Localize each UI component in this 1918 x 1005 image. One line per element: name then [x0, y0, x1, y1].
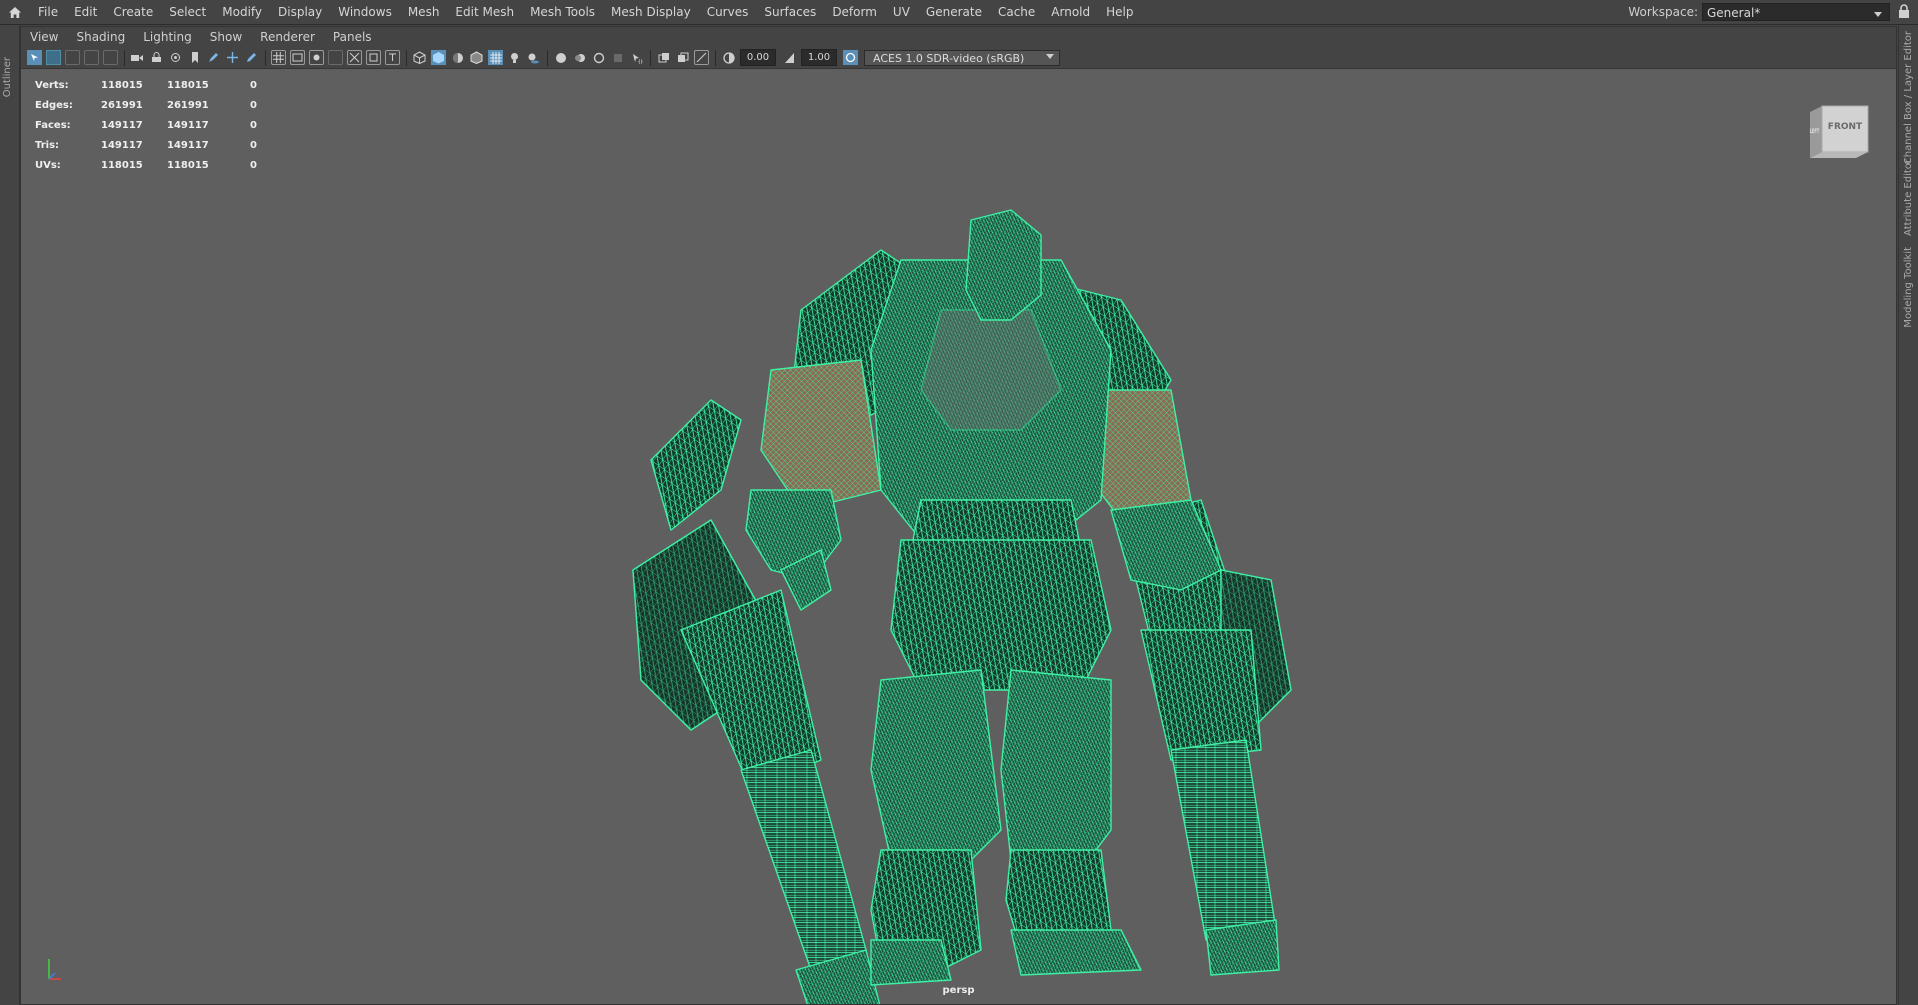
- panel-menu-lighting[interactable]: Lighting: [134, 27, 201, 47]
- default-material-icon[interactable]: [450, 50, 465, 65]
- depth-of-field-icon[interactable]: [610, 50, 625, 65]
- menu-surfaces[interactable]: Surfaces: [756, 0, 824, 24]
- wireframe-character-mesh[interactable]: [21, 70, 1896, 1004]
- home-icon[interactable]: [0, 0, 30, 24]
- workspace-label: Workspace:: [1628, 5, 1698, 19]
- menu-select[interactable]: Select: [161, 0, 214, 24]
- toolbar-separator: [124, 49, 125, 66]
- camera-icon[interactable]: [130, 50, 145, 65]
- smooth-shade-cube-icon[interactable]: [431, 50, 446, 65]
- menu-deform[interactable]: Deform: [824, 0, 885, 24]
- isolate-select-icon[interactable]: [629, 50, 644, 65]
- panel-menu-view[interactable]: View: [21, 27, 67, 47]
- backface-culling-icon[interactable]: [694, 50, 709, 65]
- panel-menubar: View Shading Lighting Show Renderer Pane…: [21, 27, 1896, 47]
- panel-menu-show[interactable]: Show: [201, 27, 251, 47]
- right-dock-strip: Channel Box / Layer Editor Attribute Edi…: [1898, 25, 1918, 1005]
- safe-action-icon[interactable]: [366, 50, 381, 65]
- camera-name-label: persp: [942, 985, 975, 996]
- gate-mask-icon[interactable]: [328, 50, 343, 65]
- menu-mesh-tools[interactable]: Mesh Tools: [522, 0, 603, 24]
- panel-menu-panels[interactable]: Panels: [324, 27, 381, 47]
- menu-file[interactable]: File: [30, 0, 66, 24]
- resolution-gate-icon[interactable]: [309, 50, 324, 65]
- workspace-dropdown[interactable]: General*: [1702, 3, 1890, 21]
- workspace-selector: Workspace: General*: [1628, 2, 1890, 22]
- toolbar-separator: [547, 49, 548, 66]
- move-camera-icon[interactable]: [225, 50, 240, 65]
- menu-mesh[interactable]: Mesh: [400, 0, 448, 24]
- bookmark-icon[interactable]: [65, 50, 80, 65]
- menu-uv[interactable]: UV: [885, 0, 918, 24]
- menu-curves[interactable]: Curves: [699, 0, 757, 24]
- shadows-icon[interactable]: [526, 50, 541, 65]
- panel-menu-renderer[interactable]: Renderer: [251, 27, 324, 47]
- viewport-panel: View Shading Lighting Show Renderer Pane…: [20, 26, 1897, 1005]
- gamma-icon[interactable]: [782, 50, 797, 65]
- grease-pencil-icon[interactable]: [206, 50, 221, 65]
- main-menubar: File Edit Create Select Modify Display W…: [0, 0, 1918, 25]
- menu-help[interactable]: Help: [1098, 0, 1141, 24]
- exposure-field[interactable]: 0.00: [740, 49, 776, 66]
- gamma-field[interactable]: 1.00: [801, 49, 837, 66]
- snapshot-icon[interactable]: [168, 50, 183, 65]
- menu-windows[interactable]: Windows: [330, 0, 400, 24]
- light-bulb-icon[interactable]: [507, 50, 522, 65]
- menu-edit-mesh[interactable]: Edit Mesh: [447, 0, 522, 24]
- film-gate-icon[interactable]: [103, 50, 118, 65]
- wireframe-on-shaded-icon[interactable]: [469, 50, 484, 65]
- attribute-editor-tab[interactable]: Attribute Editor: [1903, 159, 1914, 236]
- xray-icon[interactable]: [488, 50, 503, 65]
- color-management-icon[interactable]: [843, 50, 858, 65]
- menu-arnold[interactable]: Arnold: [1043, 0, 1098, 24]
- chevron-down-icon: [1045, 51, 1055, 67]
- axis-triad-icon: [43, 955, 65, 986]
- field-chart-icon[interactable]: [347, 50, 362, 65]
- modeling-toolkit-tab[interactable]: Modeling Toolkit: [1903, 247, 1914, 328]
- exposure-icon[interactable]: [721, 50, 736, 65]
- view-cube-left-label: LEFT: [1809, 128, 1820, 135]
- color-space-dropdown[interactable]: ACES 1.0 SDR-video (sRGB): [864, 49, 1060, 67]
- lock-icon[interactable]: [1898, 4, 1912, 20]
- ambient-occlusion-icon[interactable]: [553, 50, 568, 65]
- outliner-tab[interactable]: Outliner: [2, 57, 13, 97]
- menu-display[interactable]: Display: [270, 0, 330, 24]
- menu-generate[interactable]: Generate: [918, 0, 990, 24]
- anti-aliasing-icon[interactable]: [591, 50, 606, 65]
- toolbar-separator: [650, 49, 651, 66]
- toolbar-separator: [715, 49, 716, 66]
- toolbar-separator: [406, 49, 407, 66]
- perspective-viewport[interactable]: Verts: 118015 118015 0 Edges: 261991 261…: [21, 70, 1896, 1004]
- safe-title-icon[interactable]: [385, 50, 400, 65]
- left-dock-strip: Outliner: [0, 25, 20, 1005]
- menu-modify[interactable]: Modify: [214, 0, 270, 24]
- color-space-value: ACES 1.0 SDR-video (sRGB): [873, 51, 1025, 65]
- xray-joints-icon[interactable]: [656, 50, 671, 65]
- panel-toolbar: 0.00 1.00 ACES 1.0 SDR-video (sRGB): [21, 47, 1896, 69]
- motion-blur-icon[interactable]: [572, 50, 587, 65]
- view-cube-front-label: FRONT: [1827, 122, 1863, 132]
- lock-camera-icon[interactable]: [149, 50, 164, 65]
- image-plane-icon[interactable]: [84, 50, 99, 65]
- menu-mesh-display[interactable]: Mesh Display: [603, 0, 699, 24]
- menu-create[interactable]: Create: [105, 0, 161, 24]
- bookmark-flag-icon[interactable]: [187, 50, 202, 65]
- workspace-value: General*: [1707, 6, 1761, 20]
- grid-icon[interactable]: [271, 50, 286, 65]
- chevron-down-icon: [1871, 6, 1885, 24]
- pen-icon[interactable]: [244, 50, 259, 65]
- menu-cache[interactable]: Cache: [990, 0, 1043, 24]
- panel-menu-shading[interactable]: Shading: [67, 27, 134, 47]
- film-gate-toggle-icon[interactable]: [290, 50, 305, 65]
- wireframe-cube-icon[interactable]: [412, 50, 427, 65]
- channel-box-tab[interactable]: Channel Box / Layer Editor: [1903, 31, 1914, 164]
- view-cube[interactable]: FRONT LEFT: [1806, 104, 1872, 163]
- camera-attributes-icon[interactable]: [46, 50, 61, 65]
- xray-active-icon[interactable]: [675, 50, 690, 65]
- toolbar-separator: [265, 49, 266, 66]
- select-camera-icon[interactable]: [27, 50, 42, 65]
- menu-edit[interactable]: Edit: [66, 0, 105, 24]
